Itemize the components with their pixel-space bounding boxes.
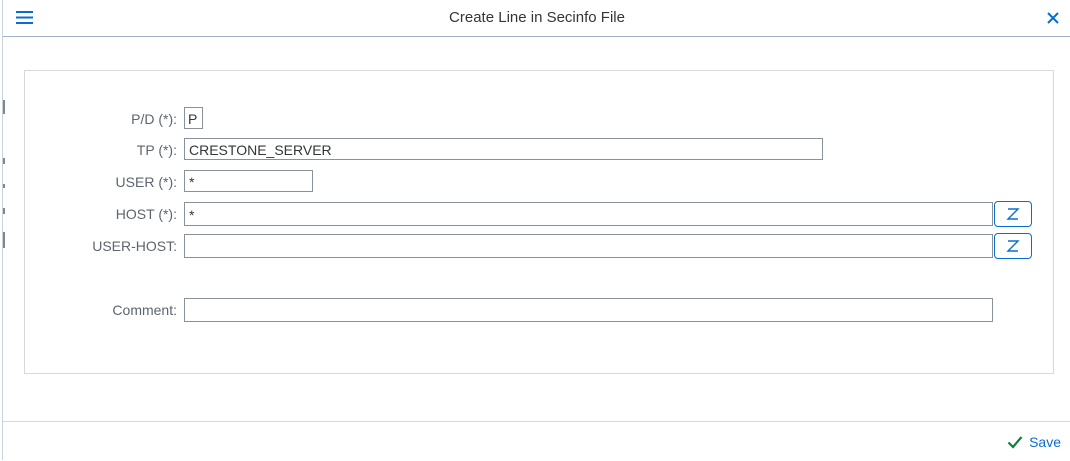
close-icon[interactable] xyxy=(1045,10,1061,26)
dialog-header: Create Line in Secinfo File xyxy=(3,0,1070,37)
host-field[interactable]: * xyxy=(184,202,993,226)
save-label: Save xyxy=(1029,434,1061,450)
user-label: USER (*): xyxy=(115,174,177,190)
user-field[interactable]: * xyxy=(184,170,313,192)
comment-field[interactable] xyxy=(184,298,993,322)
user-host-field[interactable] xyxy=(184,234,993,258)
save-button[interactable]: Save xyxy=(1007,432,1061,452)
value-help-icon xyxy=(1006,208,1020,220)
form-panel: P/D (*): P TP (*): CRESTONE_SERVER USER … xyxy=(24,70,1054,374)
dialog-title: Create Line in Secinfo File xyxy=(449,9,625,26)
user-host-value-help-button[interactable] xyxy=(994,233,1032,259)
pd-label: P/D (*): xyxy=(131,111,177,127)
tp-label: TP (*): xyxy=(136,142,177,158)
checkmark-icon xyxy=(1007,436,1023,449)
dialog-footer: Save xyxy=(3,421,1070,461)
host-value-help-button[interactable] xyxy=(994,201,1032,227)
create-line-dialog: Create Line in Secinfo File P/D (*): P T… xyxy=(2,0,1070,461)
pd-field[interactable]: P xyxy=(184,107,203,129)
host-label: HOST (*): xyxy=(115,206,177,222)
value-help-icon xyxy=(1006,240,1020,252)
comment-label: Comment: xyxy=(112,302,177,318)
user-host-label: USER-HOST: xyxy=(92,238,177,254)
tp-field[interactable]: CRESTONE_SERVER xyxy=(184,138,823,160)
background-edge-mark xyxy=(3,158,5,164)
